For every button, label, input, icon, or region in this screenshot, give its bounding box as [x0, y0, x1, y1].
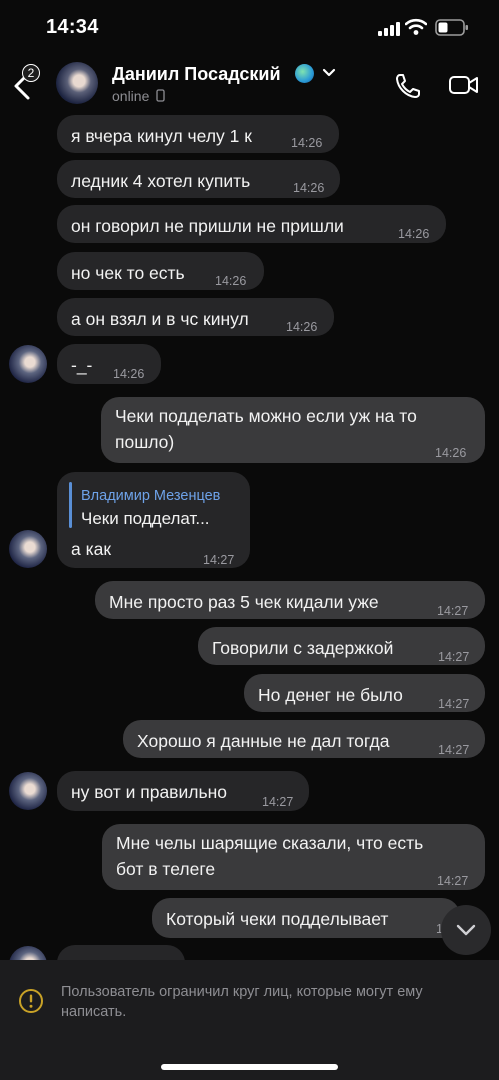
message-text: Но денег не было: [258, 685, 403, 705]
message-list[interactable]: я вчера кинул челу 1 к 14:26 ледник 4 хо…: [0, 112, 499, 960]
message-bubble-outgoing[interactable]: Чеки подделать можно если уж на то пошло…: [101, 397, 485, 463]
status-bar: 14:34: [0, 0, 499, 56]
sender-avatar[interactable]: [9, 772, 47, 810]
message-bubble[interactable]: я вчера кинул челу 1 к 14:26: [57, 115, 339, 153]
message-time: 14:27: [262, 795, 294, 809]
contact-status: online: [112, 88, 165, 104]
message-text: Хорошо я данные не дал тогда: [137, 731, 390, 751]
sender-avatar[interactable]: [9, 345, 47, 383]
message-bubble[interactable]: -_- 14:26: [57, 344, 161, 384]
globe-emoji-icon: [295, 64, 314, 83]
message-text: Говорили с задержкой: [212, 638, 394, 658]
sender-avatar[interactable]: [9, 946, 47, 960]
message-text: а как: [71, 539, 112, 559]
message-bubble-outgoing[interactable]: Который чеки подделывает 1: [152, 898, 460, 938]
warning-circle-icon: [19, 989, 43, 1013]
message-time: 14:26: [291, 136, 323, 150]
message-time: 14:27: [203, 553, 235, 567]
reply-text[interactable]: Чеки подделат...: [81, 506, 210, 532]
message-bubble-outgoing[interactable]: Хорошо я данные не дал тогда 14:27: [123, 720, 485, 758]
message-bubble-partial[interactable]: [57, 945, 185, 960]
message-text: Мне просто раз 5 чек кидали уже: [109, 592, 379, 612]
message-text: я вчера кинул челу 1 к: [71, 126, 252, 146]
home-indicator[interactable]: [161, 1064, 338, 1070]
message-time: 14:27: [437, 874, 469, 888]
message-text: ну вот и правильно: [71, 782, 227, 802]
reply-quote-bar: [69, 482, 72, 528]
restriction-text: Пользователь ограничил круг лиц, которые…: [61, 984, 423, 1020]
contact-avatar[interactable]: [56, 62, 98, 104]
message-text: ледник 4 хотел купить: [71, 171, 251, 191]
contact-name[interactable]: Даниил Посадский: [112, 64, 281, 85]
message-time: 14:26: [435, 446, 467, 460]
message-text: а он взял и в чс кинул: [71, 309, 249, 329]
message-text-line: Мне челы шарящие сказали, что есть: [116, 833, 424, 853]
message-text-line: бот в телеге: [116, 859, 216, 879]
unread-badge: 2: [22, 64, 40, 82]
message-time: 14:26: [286, 320, 318, 334]
message-time: 14:26: [293, 181, 325, 195]
phone-icon[interactable]: [394, 72, 422, 100]
message-time: 14:27: [437, 604, 469, 618]
message-bubble-reply[interactable]: Владимир Мезенцев Чеки подделат... а как…: [57, 472, 250, 568]
message-bubble[interactable]: но чек то есть 14:26: [57, 252, 264, 290]
chevron-down-icon[interactable]: [322, 66, 336, 80]
message-bubble-outgoing[interactable]: Мне челы шарящие сказали, что есть бот в…: [102, 824, 485, 890]
message-text: но чек то есть: [71, 263, 185, 283]
message-text: он говорил не пришли не пришли: [71, 216, 344, 236]
message-text-line: Чеки подделать можно если уж на то: [115, 406, 417, 426]
message-bubble-outgoing[interactable]: Но денег не было 14:27: [244, 674, 485, 712]
message-text: -_-: [71, 355, 93, 375]
message-bubble[interactable]: ну вот и правильно 14:27: [57, 771, 309, 811]
message-bubble-outgoing[interactable]: Говорили с задержкой 14:27: [198, 627, 485, 665]
battery-icon: [435, 19, 468, 36]
scroll-to-bottom-button[interactable]: [441, 905, 491, 955]
chevron-down-icon: [456, 924, 476, 936]
message-time: 14:27: [438, 650, 470, 664]
video-camera-icon[interactable]: [448, 74, 480, 96]
wifi-icon: [405, 18, 427, 35]
message-text: Который чеки подделывает: [166, 909, 389, 929]
cellular-signal-icon: [378, 22, 400, 36]
message-time: 14:26: [215, 274, 247, 288]
message-time: 14:26: [398, 227, 430, 241]
message-time: 14:27: [438, 697, 470, 711]
status-time: 14:34: [46, 16, 99, 38]
sender-avatar[interactable]: [9, 530, 47, 568]
message-bubble[interactable]: ледник 4 хотел купить 14:26: [57, 160, 340, 198]
message-text-line: пошло): [115, 432, 175, 452]
message-time: 14:26: [113, 367, 145, 381]
contact-status-text: online: [112, 88, 150, 104]
messaging-restricted-banner: Пользователь ограничил круг лиц, которые…: [0, 960, 499, 1080]
message-bubble-outgoing[interactable]: Мне просто раз 5 чек кидали уже 14:27: [95, 581, 485, 619]
message-bubble[interactable]: он говорил не пришли не пришли 14:26: [57, 205, 446, 243]
message-bubble[interactable]: а он взял и в чс кинул 14:26: [57, 298, 334, 336]
mobile-device-icon: [156, 89, 165, 102]
message-time: 14:27: [438, 743, 470, 757]
